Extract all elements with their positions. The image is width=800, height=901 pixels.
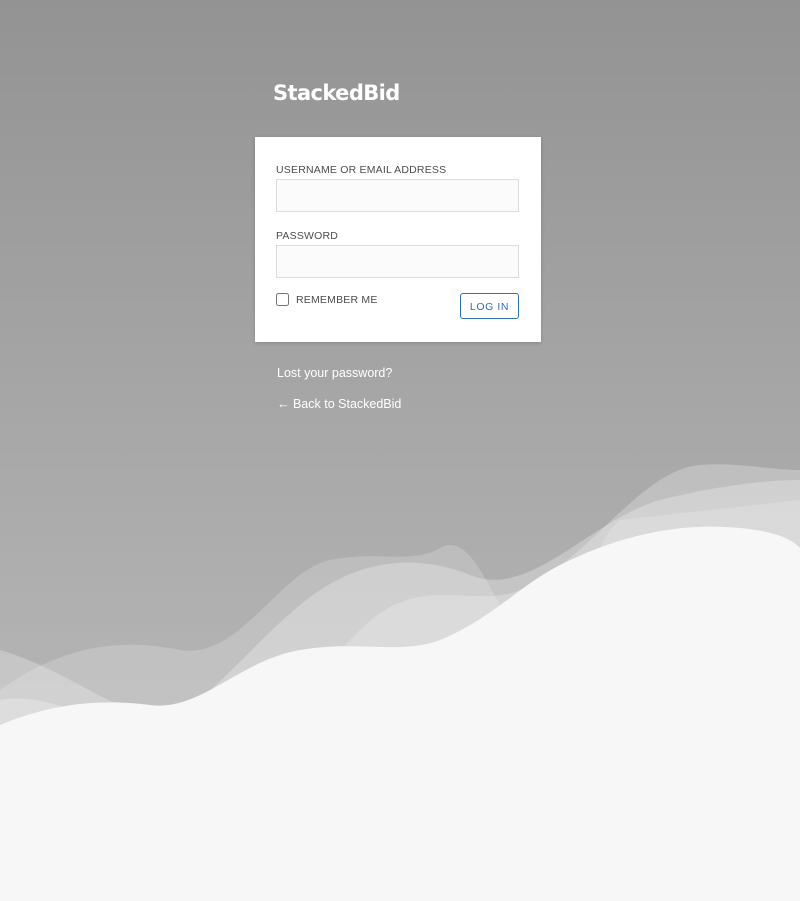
background-waves (0, 0, 800, 901)
login-card: USERNAME OR EMAIL ADDRESS PASSWORD REMEM… (255, 137, 541, 342)
username-label: USERNAME OR EMAIL ADDRESS (276, 164, 447, 176)
remember-me-label: REMEMBER ME (296, 293, 378, 306)
password-input[interactable] (276, 245, 519, 278)
back-to-site-link[interactable]: ← Back to StackedBid (277, 396, 401, 412)
remember-me-option[interactable]: REMEMBER ME (276, 293, 378, 306)
username-input[interactable] (276, 179, 519, 212)
remember-me-checkbox[interactable] (276, 293, 289, 306)
password-label: PASSWORD (276, 230, 339, 242)
lost-password-link[interactable]: Lost your password? (277, 365, 392, 381)
brand-logo[interactable]: StackedBid (273, 79, 400, 107)
login-button[interactable]: LOG IN (460, 293, 519, 319)
